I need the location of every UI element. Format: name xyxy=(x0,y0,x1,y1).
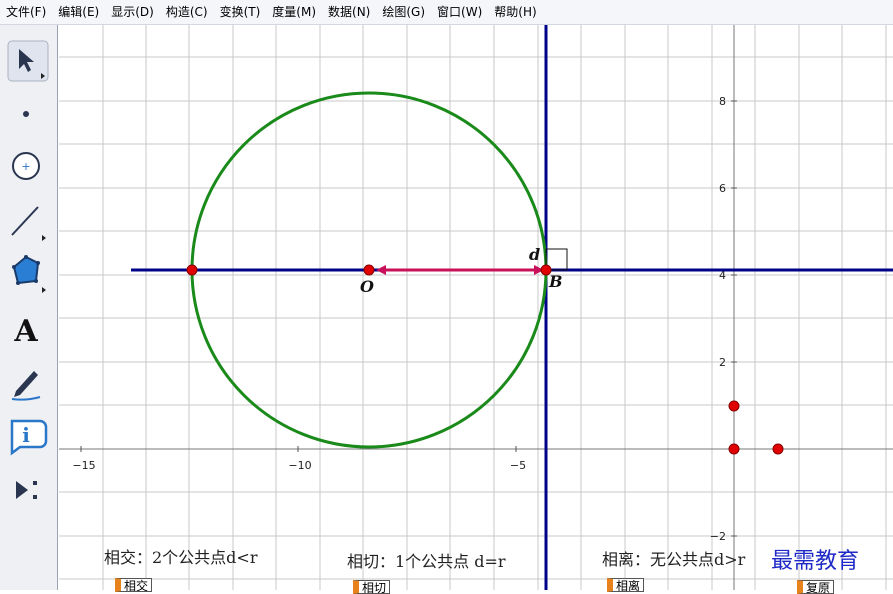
menu-construct[interactable]: 构造(C) xyxy=(160,0,214,24)
point-tool[interactable] xyxy=(4,89,52,139)
label-o: O xyxy=(360,277,374,296)
x-tick-label: −10 xyxy=(288,459,311,472)
svg-text:+: + xyxy=(21,160,30,173)
y-tick-label: −2 xyxy=(710,530,726,543)
coordinate-axes xyxy=(59,25,893,590)
marker-tool[interactable] xyxy=(4,357,52,407)
menu-display[interactable]: 显示(D) xyxy=(105,0,160,24)
point-tool-icon xyxy=(23,111,29,117)
compass-tool[interactable]: + xyxy=(4,141,52,191)
y-tick-label: 8 xyxy=(719,95,726,108)
custom-tool-icon xyxy=(16,481,37,499)
straightedge-icon xyxy=(11,206,46,241)
label-d: d xyxy=(529,245,540,264)
svg-text:i: i xyxy=(22,423,30,447)
grid xyxy=(59,25,893,590)
watermark-logo: 最需教育 xyxy=(771,549,860,574)
segment-arrow-left xyxy=(376,265,386,275)
information-tool[interactable]: i xyxy=(4,409,52,459)
center-point-o[interactable] xyxy=(363,264,375,276)
info-icon: i xyxy=(10,419,48,456)
menu-file[interactable]: 文件(F) xyxy=(0,0,52,24)
menu-window[interactable]: 窗口(W) xyxy=(431,0,488,24)
arrow-select-tool[interactable] xyxy=(4,37,52,87)
menu-measure[interactable]: 度量(M) xyxy=(266,0,322,24)
label-b: B xyxy=(548,272,563,291)
menu-help[interactable]: 帮助(H) xyxy=(488,0,542,24)
menu-edit[interactable]: 编辑(E) xyxy=(52,0,105,24)
reset-button[interactable]: 复原 xyxy=(797,580,835,594)
x-tick-label: −5 xyxy=(510,459,526,472)
x-tick-label: −15 xyxy=(72,459,95,472)
straightedge-tool[interactable] xyxy=(4,195,52,245)
toolbox: + A i xyxy=(0,25,58,590)
origin-point[interactable] xyxy=(728,443,740,455)
caption-intersect: 相交：2个公共点d<r xyxy=(104,548,258,567)
sketch-canvas[interactable]: −15 −10 −5 8 6 4 2 −2 O B d 相交：2个公共点d<r … xyxy=(59,25,893,594)
control-point[interactable] xyxy=(728,400,740,412)
intersection-point[interactable] xyxy=(186,264,198,276)
text-tool-icon: A xyxy=(13,314,38,349)
caption-separate: 相离：无公共点d>r xyxy=(602,550,746,569)
menu-bar: 文件(F) 编辑(E) 显示(D) 构造(C) 变换(T) 度量(M) 数据(N… xyxy=(0,0,893,25)
marker-pen-icon xyxy=(11,371,41,401)
y-tick-label: 6 xyxy=(719,182,726,195)
polygon-icon xyxy=(12,255,46,293)
caption-tangent: 相切：1个公共点 d=r xyxy=(347,552,506,571)
tangent-button[interactable]: 相切 xyxy=(353,580,391,594)
custom-tool[interactable] xyxy=(4,465,52,515)
text-tool[interactable]: A xyxy=(4,303,52,353)
menu-data[interactable]: 数据(N) xyxy=(322,0,376,24)
unit-point[interactable] xyxy=(772,443,784,455)
menu-transform[interactable]: 变换(T) xyxy=(214,0,267,24)
menu-graph[interactable]: 绘图(G) xyxy=(376,0,431,24)
polygon-tool[interactable] xyxy=(4,247,52,297)
compass-icon: + xyxy=(12,152,40,180)
y-tick-label: 2 xyxy=(719,356,726,369)
